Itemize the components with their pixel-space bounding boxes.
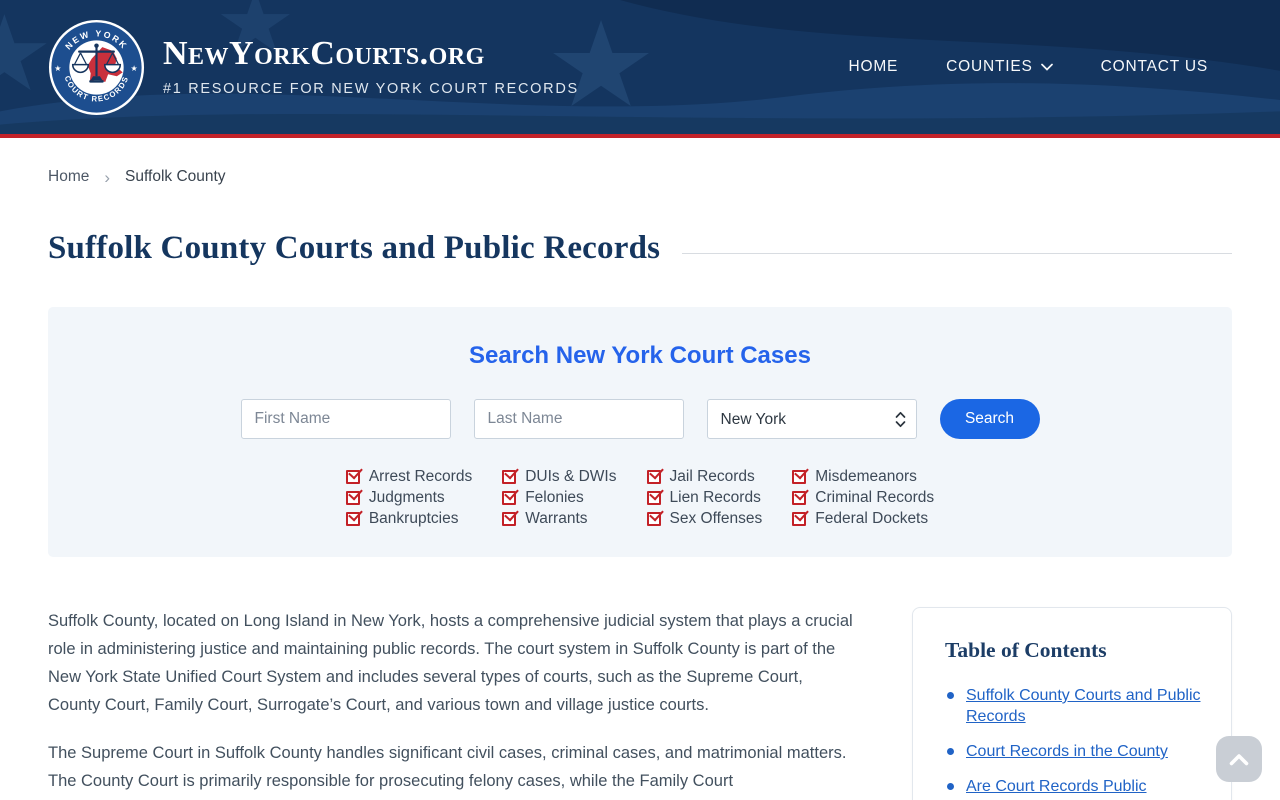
article: Suffolk County, located on Long Island i… bbox=[48, 607, 858, 800]
checkbox-duis-dwis[interactable]: DUIs & DWIs bbox=[502, 466, 617, 487]
site-tagline: #1 RESOURCE FOR NEW YORK COURT RECORDS bbox=[163, 81, 579, 97]
breadcrumb-current: Suffolk County bbox=[125, 168, 226, 185]
checkbox-label: Warrants bbox=[525, 509, 588, 527]
toc-item: Court Records in the County bbox=[945, 741, 1203, 762]
chevron-up-icon bbox=[1229, 753, 1249, 765]
site-logo[interactable]: NEW YORK COURT RECORDS ★ ★ NewYorkCourts… bbox=[48, 19, 579, 116]
checkbox-checked-icon[interactable] bbox=[792, 511, 807, 526]
search-form-row: New York Search bbox=[48, 399, 1232, 439]
checkbox-column: Jail Records Lien Records Sex Offenses bbox=[646, 466, 763, 529]
svg-text:★: ★ bbox=[54, 63, 61, 72]
checkbox-label: Jail Records bbox=[669, 467, 755, 485]
search-panel: Search New York Court Cases New York Sea… bbox=[48, 307, 1232, 557]
checkbox-federal-dockets[interactable]: Federal Dockets bbox=[792, 508, 934, 529]
toc-link-court-records-in-county[interactable]: Court Records in the County bbox=[966, 743, 1168, 760]
breadcrumb-separator: › bbox=[104, 167, 111, 187]
scroll-to-top-button[interactable] bbox=[1216, 736, 1262, 782]
breadcrumb-home-link[interactable]: Home bbox=[48, 168, 89, 186]
toc-link-courts-and-public-records[interactable]: Suffolk County Courts and Public Records bbox=[966, 687, 1201, 725]
bullet-icon bbox=[947, 783, 954, 790]
bullet-icon bbox=[947, 692, 954, 699]
toc-title: Table of Contents bbox=[945, 638, 1107, 662]
checkbox-checked-icon[interactable] bbox=[345, 490, 360, 505]
nav-home[interactable]: HOME bbox=[848, 58, 898, 76]
state-select[interactable]: New York bbox=[706, 399, 917, 439]
article-paragraph: The Supreme Court in Suffolk County hand… bbox=[48, 744, 847, 790]
checkbox-column: Arrest Records Judgments Bankruptcies bbox=[345, 466, 473, 529]
title-row: Suffolk County Courts and Public Records bbox=[48, 230, 1232, 267]
nav-counties[interactable]: COUNTIES bbox=[946, 58, 1053, 76]
checkbox-lien-records[interactable]: Lien Records bbox=[646, 487, 763, 508]
chevron-down-icon bbox=[1040, 63, 1053, 71]
checkbox-warrants[interactable]: Warrants bbox=[502, 508, 616, 529]
checkbox-checked-icon[interactable] bbox=[502, 469, 517, 484]
toc-list: Suffolk County Courts and Public Records… bbox=[945, 685, 1203, 797]
checkbox-bankruptcies[interactable]: Bankruptcies bbox=[345, 508, 472, 529]
bullet-icon bbox=[947, 748, 954, 755]
state-select-wrap: New York bbox=[706, 399, 917, 439]
page: ★ ★ ★ ★ NEW YORK bbox=[0, 0, 1280, 800]
main-nav: HOME COUNTIES CONTACT US bbox=[848, 58, 1208, 76]
checkbox-label: Judgments bbox=[368, 488, 445, 506]
nav-contact-us[interactable]: CONTACT US bbox=[1101, 58, 1208, 76]
search-heading: Search New York Court Cases bbox=[469, 342, 811, 369]
site-title: NewYorkCourts.org bbox=[163, 35, 485, 72]
checkbox-column: DUIs & DWIs Felonies Warrants bbox=[502, 466, 617, 529]
checkbox-label: Criminal Records bbox=[815, 488, 935, 506]
checkbox-checked-icon[interactable] bbox=[502, 490, 517, 505]
checkbox-label: Felonies bbox=[525, 488, 584, 506]
checkbox-sex-offenses[interactable]: Sex Offenses bbox=[646, 508, 763, 529]
checkbox-arrest-records[interactable]: Arrest Records bbox=[345, 466, 473, 487]
checkbox-felonies[interactable]: Felonies bbox=[502, 487, 616, 508]
toc-item: Are Court Records Public bbox=[945, 776, 1203, 797]
svg-text:★: ★ bbox=[130, 63, 137, 72]
toc-item: Suffolk County Courts and Public Records bbox=[945, 685, 1203, 727]
checkbox-criminal-records[interactable]: Criminal Records bbox=[792, 487, 934, 508]
checkbox-checked-icon[interactable] bbox=[646, 490, 661, 505]
court-records-seal-icon: NEW YORK COURT RECORDS ★ ★ bbox=[48, 19, 145, 115]
checkbox-label: Bankruptcies bbox=[368, 509, 459, 527]
article-paragraph: Suffolk County, located on Long Island i… bbox=[48, 612, 853, 714]
checkbox-judgments[interactable]: Judgments bbox=[345, 487, 472, 508]
last-name-input[interactable] bbox=[473, 399, 684, 439]
main-content: Suffolk County, located on Long Island i… bbox=[48, 607, 1232, 800]
toc-link-are-court-records-public[interactable]: Are Court Records Public bbox=[966, 778, 1147, 795]
checkbox-checked-icon[interactable] bbox=[502, 511, 517, 526]
checkbox-label: Misdemeanors bbox=[815, 467, 917, 485]
nav-home-label: HOME bbox=[848, 58, 899, 75]
checkbox-misdemeanors[interactable]: Misdemeanors bbox=[792, 466, 934, 487]
checkbox-checked-icon[interactable] bbox=[345, 511, 360, 526]
checkbox-checked-icon[interactable] bbox=[345, 469, 360, 484]
checkbox-label: DUIs & DWIs bbox=[525, 467, 617, 485]
checkbox-checked-icon[interactable] bbox=[792, 490, 807, 505]
site-header: ★ ★ ★ ★ NEW YORK bbox=[0, 0, 1280, 138]
checkbox-label: Arrest Records bbox=[368, 467, 473, 485]
nav-contact-label: CONTACT US bbox=[1100, 58, 1208, 75]
nav-counties-label: COUNTIES bbox=[946, 58, 1033, 75]
checkbox-label: Lien Records bbox=[669, 488, 761, 506]
checkbox-checked-icon[interactable] bbox=[646, 469, 661, 484]
record-type-checkboxes: Arrest Records Judgments Bankruptcies DU… bbox=[48, 466, 1232, 529]
table-of-contents-card: Table of Contents Suffolk County Courts … bbox=[912, 607, 1232, 800]
checkbox-checked-icon[interactable] bbox=[646, 511, 661, 526]
breadcrumb: Home › Suffolk County bbox=[48, 168, 1232, 186]
checkbox-jail-records[interactable]: Jail Records bbox=[646, 466, 763, 487]
search-button[interactable]: Search bbox=[939, 399, 1040, 439]
checkbox-label: Federal Dockets bbox=[815, 509, 929, 527]
page-title: Suffolk County Courts and Public Records bbox=[48, 230, 661, 266]
checkbox-column: Misdemeanors Criminal Records Federal Do… bbox=[792, 466, 934, 529]
logo-text: NewYorkCourts.org #1 RESOURCE FOR NEW YO… bbox=[163, 35, 579, 98]
first-name-input[interactable] bbox=[240, 399, 451, 439]
checkbox-checked-icon[interactable] bbox=[792, 469, 807, 484]
checkbox-label: Sex Offenses bbox=[669, 509, 763, 527]
title-divider bbox=[682, 253, 1232, 254]
